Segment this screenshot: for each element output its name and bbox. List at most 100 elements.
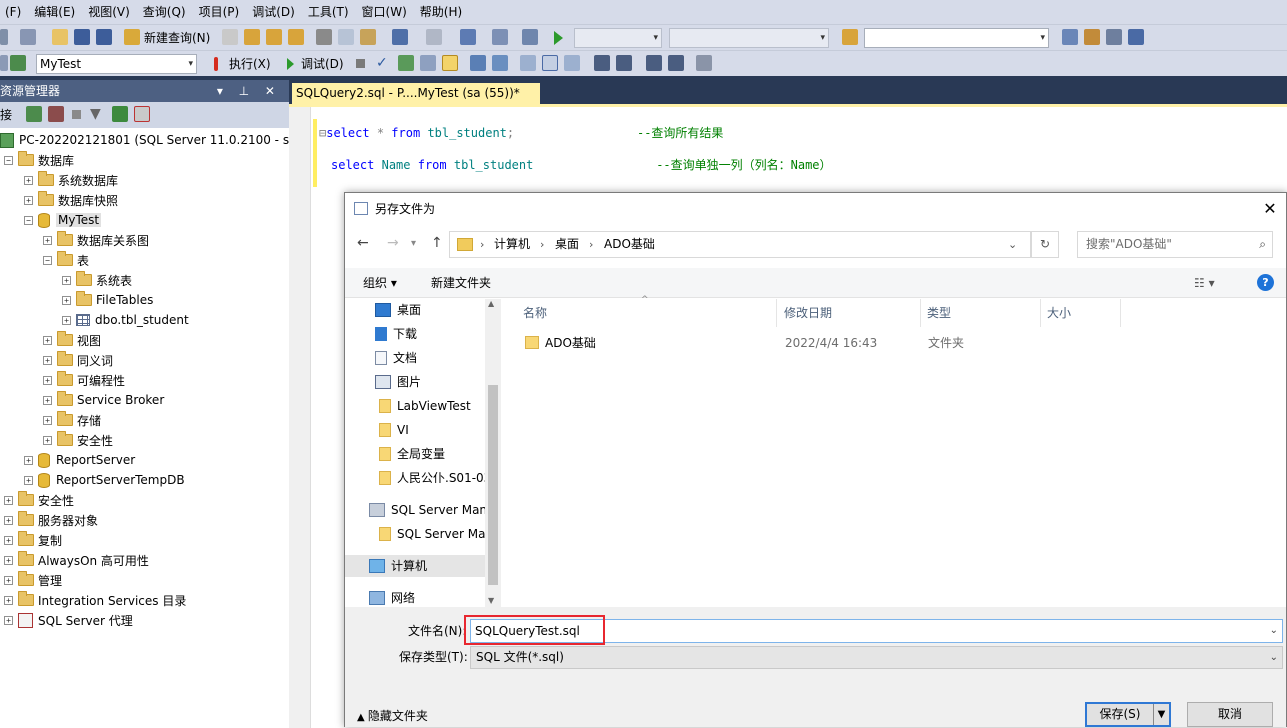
filetype-dropdown-icon[interactable]: ⌄ xyxy=(1270,647,1278,668)
tree-node-snapshots[interactable]: + 数据库快照 xyxy=(24,190,118,210)
breadcrumb-computer[interactable]: 计算机 xyxy=(494,232,530,257)
tree-node-management[interactable]: + 管理 xyxy=(4,570,62,590)
navigate-backward-icon[interactable] xyxy=(460,29,476,45)
breadcrumb-separator-icon[interactable]: › xyxy=(589,232,593,257)
menu-query[interactable]: 查询(Q) xyxy=(138,0,194,24)
menu-debug[interactable]: 调试(D) xyxy=(247,0,303,24)
expand-icon[interactable]: + xyxy=(4,535,13,545)
undo-icon[interactable] xyxy=(392,29,408,45)
client-stats-icon[interactable] xyxy=(492,55,508,71)
tree-node-db-security[interactable]: + 安全性 xyxy=(43,430,113,450)
expand-icon[interactable]: + xyxy=(4,595,13,605)
refresh-icon[interactable] xyxy=(112,106,128,122)
search-icon[interactable]: ⌕ xyxy=(1259,232,1266,257)
intellisense-icon[interactable] xyxy=(442,55,458,71)
toolbox-icon[interactable] xyxy=(1106,29,1122,45)
analysis-query-icon[interactable] xyxy=(244,29,260,45)
tree-node-synonyms[interactable]: + 同义词 xyxy=(43,350,113,370)
filter-icon[interactable]: ▼ xyxy=(90,106,106,122)
tree-node-programmability[interactable]: + 可编程性 xyxy=(43,370,125,390)
solution-config-dropdown[interactable]: ▾ xyxy=(574,28,662,48)
display-plan-icon[interactable] xyxy=(398,55,414,71)
nav-item-ssms-1[interactable]: SQL Server Management Studio xyxy=(369,499,485,521)
cut-icon[interactable] xyxy=(316,29,332,45)
mdx-query-icon[interactable] xyxy=(266,29,282,45)
expand-icon[interactable]: + xyxy=(24,195,33,205)
tab-sqlquery2[interactable]: SQLQuery2.sql - P....MyTest (sa (55))* xyxy=(292,83,540,104)
find-in-files-icon[interactable] xyxy=(842,29,858,45)
results-grid-icon[interactable] xyxy=(542,55,558,71)
expand-icon[interactable]: + xyxy=(24,175,33,185)
activity-monitor-small-icon[interactable] xyxy=(134,106,150,122)
tree-node-integration-services[interactable]: + Integration Services 目录 xyxy=(4,590,186,610)
expand-icon[interactable]: + xyxy=(43,395,52,405)
address-bar[interactable]: › 计算机 › 桌面 › ADO基础 ⌄ xyxy=(449,231,1031,258)
tree-node-security[interactable]: + 安全性 xyxy=(4,490,74,510)
collapse-icon[interactable]: − xyxy=(24,215,33,225)
decrease-indent-icon[interactable] xyxy=(646,55,662,71)
paste-icon[interactable] xyxy=(360,29,376,45)
tree-node-tbl-student[interactable]: + dbo.tbl_student xyxy=(62,310,189,330)
refresh-icon[interactable]: ↻ xyxy=(1031,231,1059,258)
save-icon[interactable] xyxy=(74,29,90,45)
comment-lines-icon[interactable] xyxy=(594,55,610,71)
tree-node-alwayson[interactable]: + AlwaysOn 高可用性 xyxy=(4,550,149,570)
up-arrow-icon[interactable]: ↑ xyxy=(431,235,443,251)
dialog-close-button[interactable]: ✕ xyxy=(1256,193,1284,225)
tree-node-views[interactable]: + 视图 xyxy=(43,330,101,350)
scroll-down-icon[interactable]: ▼ xyxy=(488,596,494,605)
expand-icon[interactable]: + xyxy=(43,435,52,445)
menu-window[interactable]: 窗口(W) xyxy=(357,0,415,24)
collapse-icon[interactable]: − xyxy=(4,155,13,165)
results-text-icon[interactable] xyxy=(520,55,536,71)
start-debug-icon[interactable] xyxy=(554,31,563,45)
expand-icon[interactable]: + xyxy=(4,575,13,585)
db-engine-query-icon[interactable] xyxy=(222,29,238,45)
expand-icon[interactable]: + xyxy=(4,615,13,625)
tree-node-server-objects[interactable]: + 服务器对象 xyxy=(4,510,98,530)
breadcrumb-desktop[interactable]: 桌面 xyxy=(555,232,579,257)
collapse-icon[interactable]: − xyxy=(43,255,52,265)
menu-edit[interactable]: 编辑(E) xyxy=(29,0,83,24)
connect-icon[interactable] xyxy=(0,55,8,71)
menu-file[interactable]: (F) xyxy=(0,0,29,24)
tree-node-system-tables[interactable]: + 系统表 xyxy=(62,270,132,290)
debug-icon[interactable] xyxy=(287,58,294,70)
save-split-dropdown-icon[interactable]: ▼ xyxy=(1153,704,1169,725)
debug-button[interactable]: 调试(D) xyxy=(301,51,344,77)
tree-node-agent[interactable]: + SQL Server 代理 xyxy=(4,610,133,630)
solution-platform-dropdown[interactable]: ▾ xyxy=(669,28,829,48)
expand-icon[interactable]: + xyxy=(62,315,71,325)
execute-button[interactable]: 执行(X) xyxy=(229,51,271,77)
disconnect-icon[interactable] xyxy=(48,106,64,122)
expand-icon[interactable]: + xyxy=(43,375,52,385)
nav-item-ssms-2[interactable]: SQL Server Management Studio xyxy=(379,523,485,545)
column-header-size[interactable]: 大小 xyxy=(1041,299,1121,327)
cancel-query-icon[interactable] xyxy=(356,59,365,68)
results-file-icon[interactable] xyxy=(564,55,580,71)
breadcrumb-ado[interactable]: ADO基础 xyxy=(604,232,655,257)
include-plan-icon[interactable] xyxy=(470,55,486,71)
column-header-type[interactable]: 类型 xyxy=(921,299,1041,327)
xmla-query-icon[interactable] xyxy=(288,29,304,45)
panel-pin-icon[interactable]: ▾ ⊥ ✕ xyxy=(217,80,281,102)
activity-monitor-icon[interactable] xyxy=(522,29,538,45)
expand-icon[interactable]: + xyxy=(4,555,13,565)
expand-icon[interactable]: + xyxy=(24,455,33,465)
tree-node-filetables[interactable]: + FileTables xyxy=(62,290,153,310)
address-dropdown-icon[interactable]: ⌄ xyxy=(1008,232,1017,257)
breadcrumb-separator-icon[interactable]: › xyxy=(540,232,544,257)
tree-node-reportservertempdb[interactable]: + ReportServerTempDB xyxy=(24,470,185,490)
menu-tools[interactable]: 工具(T) xyxy=(303,0,357,24)
column-header-date[interactable]: 修改日期 xyxy=(778,299,921,327)
breadcrumb-separator-icon[interactable]: › xyxy=(480,232,484,257)
expand-icon[interactable]: + xyxy=(4,495,13,505)
search-input[interactable]: 搜索"ADO基础" ⌕ xyxy=(1077,231,1273,258)
menu-view[interactable]: 视图(V) xyxy=(83,0,138,24)
tree-node-diagrams[interactable]: + 数据库关系图 xyxy=(43,230,149,250)
connect-button[interactable]: 接 xyxy=(0,102,12,128)
recent-locations-icon[interactable]: ▾ xyxy=(411,238,416,249)
expand-icon[interactable]: + xyxy=(4,515,13,525)
save-button[interactable]: 保存(S) ▼ xyxy=(1085,702,1171,727)
forward-arrow-icon[interactable]: → xyxy=(387,235,399,251)
